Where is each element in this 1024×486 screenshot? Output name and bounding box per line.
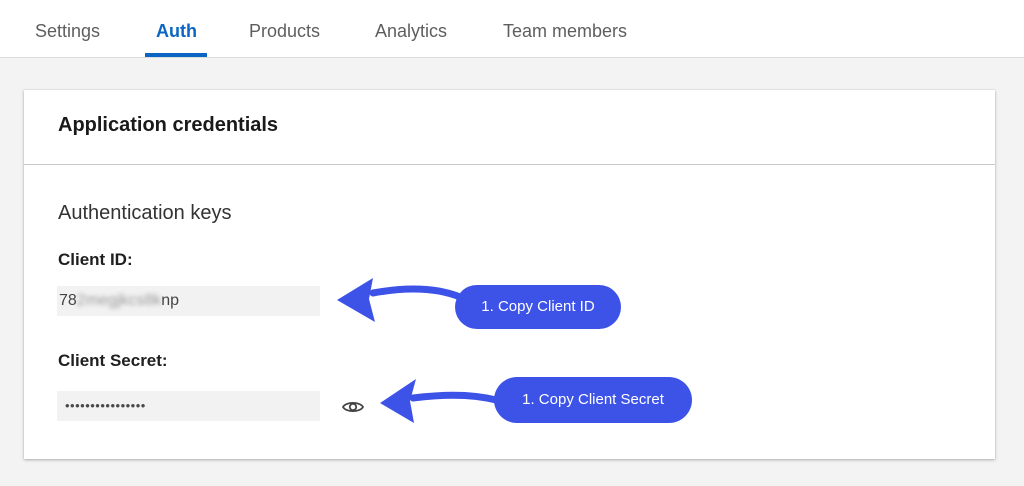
client-id-value-redacted: 2megjkcs8k [76,292,162,309]
annotation-copy-client-secret: 1. Copy Client Secret [494,377,692,423]
section-title: Authentication keys [58,202,232,224]
active-tab-indicator [145,53,207,57]
eye-icon[interactable] [341,395,365,419]
tab-analytics[interactable]: Analytics [375,0,447,57]
annotation-copy-client-id: 1. Copy Client ID [455,285,621,329]
tab-auth[interactable]: Auth [156,0,197,57]
client-secret-field[interactable]: •••••••••••••••• [57,391,320,421]
client-id-field[interactable]: 782megjkcs8knp [57,286,320,316]
tab-settings[interactable]: Settings [35,0,100,57]
client-id-value-start: 78 [59,292,77,309]
tab-team-members[interactable]: Team members [503,0,627,57]
client-secret-label: Client Secret: [58,351,168,370]
tab-products[interactable]: Products [249,0,320,57]
client-id-label: Client ID: [58,250,133,269]
client-id-value-end: np [161,292,180,309]
card-header: Application credentials [24,90,995,165]
arrow-left-icon [380,379,498,423]
arrow-left-icon [337,278,464,322]
card-title: Application credentials [58,114,279,136]
tab-bar: Settings Auth Products Analytics Team me… [0,0,1024,58]
